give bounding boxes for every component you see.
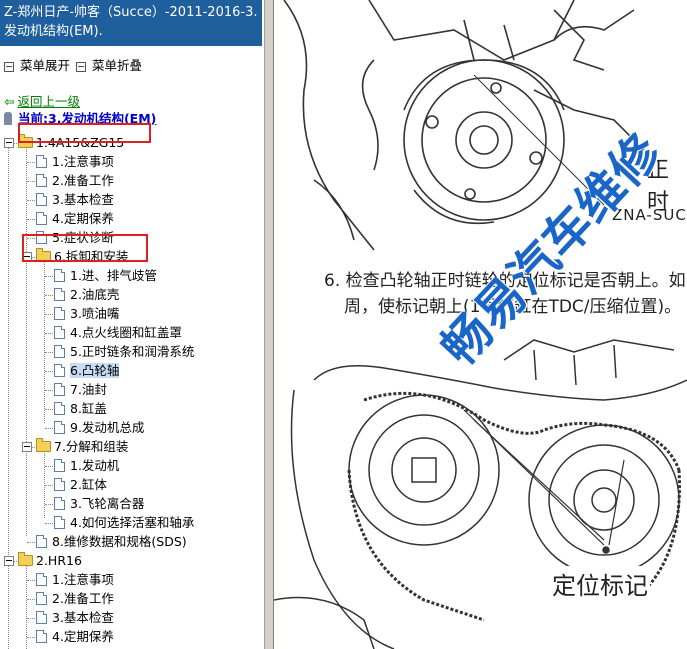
document-icon <box>54 307 65 320</box>
tree-item[interactable]: 2.准备工作 <box>36 590 114 608</box>
tree-item[interactable]: 2.缸体 <box>54 476 107 494</box>
tree-item[interactable]: 7.油封 <box>54 381 107 399</box>
expand-icon <box>4 61 14 72</box>
tree-item-label: 4.定期保养 <box>52 211 114 226</box>
tree-item-label: 2.油底壳 <box>70 287 120 302</box>
document-icon <box>54 288 65 301</box>
tree-item[interactable]: 2.油底壳 <box>54 286 119 304</box>
tree-item[interactable]: 4.定期保养 <box>36 210 114 228</box>
document-icon <box>36 592 47 605</box>
tree-item-label: 1.进、排气歧管 <box>70 268 157 283</box>
collapse-all-label: 菜单折叠 <box>92 58 143 73</box>
document-title: Z-郑州日产-帅客（Succe）-2011-2016-3.发动机结构(EM). <box>0 0 262 46</box>
tree-item-label: 7.油封 <box>70 382 107 397</box>
tree-item-label: 1.发动机 <box>70 458 120 473</box>
document-icon <box>54 421 65 434</box>
tree-item-label: 7.分解和组装 <box>54 439 129 454</box>
document-viewer[interactable]: 正时 ZNA-SUC 6. 检查凸轮轴正时链轮的定位标记是否朝上。如 周，使标记… <box>274 0 687 649</box>
tree-item[interactable]: 4.定期保养 <box>36 628 114 646</box>
document-icon <box>54 326 65 339</box>
expand-all-button[interactable]: 菜单展开 <box>4 55 70 74</box>
tree-item[interactable]: 8.缸盖 <box>54 400 107 418</box>
tree-item[interactable]: 1.发动机 <box>54 457 119 475</box>
folder-icon <box>36 438 51 452</box>
tree-folder[interactable]: 2.HR16 <box>18 552 82 570</box>
folder-icon <box>18 552 33 566</box>
tree-item-label: 4.点火线圈和缸盖罩 <box>70 325 182 340</box>
collapse-icon <box>76 61 86 72</box>
tree-item-label: 8.缸盖 <box>70 401 107 416</box>
tree-item-label: 2.准备工作 <box>52 591 114 606</box>
tree-item-label: 3.飞轮离合器 <box>70 496 145 511</box>
location-pin-icon <box>4 112 12 125</box>
tree-item[interactable]: 6.凸轮轴 <box>54 362 120 380</box>
tree-item[interactable]: 3.喷油嘴 <box>54 305 119 323</box>
tree-item-label: 9.发动机总成 <box>70 420 145 435</box>
tree-item[interactable]: 5.正时链条和润滑系统 <box>54 343 194 361</box>
document-icon <box>36 212 47 225</box>
tree-item[interactable]: 8.维修数据和规格(SDS) <box>36 533 187 551</box>
tree-folder[interactable]: 7.分解和组装 <box>36 438 128 456</box>
tree-item-label: 2.HR16 <box>36 553 82 568</box>
document-icon <box>36 573 47 586</box>
tree-item-label: 2.缸体 <box>70 477 107 492</box>
document-icon <box>36 611 47 624</box>
back-label: 返回上一级 <box>17 94 80 109</box>
tree-item[interactable]: 4.如何选择活塞和轴承 <box>54 514 194 532</box>
figure-callout: 定位标记 <box>550 566 650 601</box>
tree-item[interactable]: 4.点火线圈和缸盖罩 <box>54 324 182 342</box>
document-icon <box>54 402 65 415</box>
document-icon <box>54 478 65 491</box>
collapse-all-button[interactable]: 菜单折叠 <box>76 55 142 74</box>
document-icon <box>54 269 65 282</box>
back-arrow-icon: ⇦ <box>4 94 15 109</box>
tree-toggle-icon[interactable] <box>4 556 14 566</box>
tree-item-label: 3.基本检查 <box>52 610 114 625</box>
tree-item-label: 4.如何选择活塞和轴承 <box>70 515 195 530</box>
tree-toggle-icon[interactable] <box>22 442 32 452</box>
document-icon <box>54 497 65 510</box>
document-icon <box>36 155 47 168</box>
tree-item[interactable]: 9.发动机总成 <box>54 419 144 437</box>
highlight-box-disassembly <box>22 234 148 262</box>
document-icon <box>36 630 47 643</box>
tree-item-label: 1.注意事项 <box>52 572 114 587</box>
tree-item-label: 3.喷油嘴 <box>70 306 120 321</box>
tree-item[interactable]: 3.基本检查 <box>36 191 114 209</box>
document-icon <box>36 535 47 548</box>
tree-item[interactable]: 3.基本检查 <box>36 609 114 627</box>
highlight-box-engine <box>18 123 151 143</box>
tree-item[interactable]: 1.注意事项 <box>36 153 114 171</box>
tree-item[interactable]: 1.注意事项 <box>36 571 114 589</box>
document-icon <box>54 516 65 529</box>
tree-item-label: 4.定期保养 <box>52 629 114 644</box>
tree-item[interactable]: 1.进、排气歧管 <box>54 267 157 285</box>
document-icon <box>36 174 47 187</box>
document-icon <box>54 459 65 472</box>
document-icon <box>54 364 65 377</box>
document-icon <box>36 193 47 206</box>
tree-item-label: 2.准备工作 <box>52 173 114 188</box>
tree-item-label: 5.正时链条和润滑系统 <box>70 344 195 359</box>
tree-item[interactable]: 3.飞轮离合器 <box>54 495 144 513</box>
document-icon <box>54 383 65 396</box>
panel-splitter[interactable] <box>264 0 274 649</box>
tree-item-label: 1.注意事项 <box>52 154 114 169</box>
document-icon <box>54 345 65 358</box>
tree-toggle-icon[interactable] <box>4 138 14 148</box>
expand-all-label: 菜单展开 <box>20 58 71 73</box>
tree-item-label: 6.凸轮轴 <box>70 363 120 378</box>
navigation-panel: Z-郑州日产-帅客（Succe）-2011-2016-3.发动机结构(EM). … <box>0 0 264 649</box>
tree-item-label: 8.维修数据和规格(SDS) <box>52 534 187 549</box>
tree-item[interactable]: 2.准备工作 <box>36 172 114 190</box>
tree-item-label: 3.基本检查 <box>52 192 114 207</box>
